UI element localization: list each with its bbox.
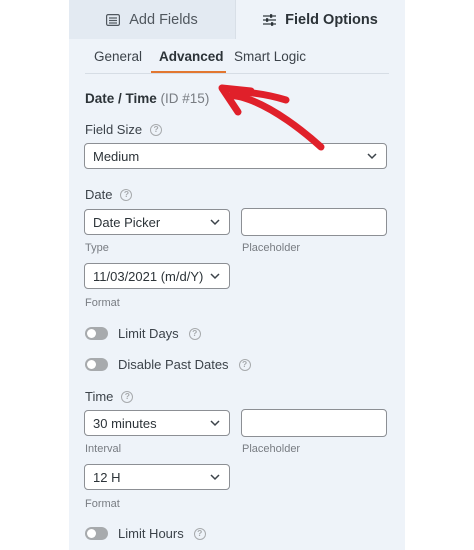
time-format-value: 12 H <box>93 469 121 485</box>
tab-add-fields[interactable]: Add Fields <box>69 0 236 39</box>
date-label: Date <box>85 187 113 202</box>
date-format-sublabel: Format <box>85 297 120 309</box>
time-interval-sublabel: Interval <box>85 443 122 455</box>
time-interval-select[interactable]: 30 minutes <box>84 410 230 436</box>
field-heading: Date / Time (ID #15) <box>85 91 209 106</box>
tab-field-options[interactable]: Field Options <box>236 0 405 39</box>
date-format-value: 11/03/2021 (m/d/Y) <box>93 268 204 284</box>
field-type-title: Date / Time <box>85 91 157 106</box>
field-options-panel: Add Fields Field Options General Advance… <box>69 0 405 550</box>
question-circle-icon[interactable]: ? <box>150 123 163 136</box>
limit-days-label: Limit Days <box>118 326 179 341</box>
field-size-value: Medium <box>93 148 140 164</box>
chevron-down-icon <box>210 474 220 481</box>
subtab-advanced[interactable]: Advanced <box>159 49 224 64</box>
field-size-select[interactable]: Medium <box>84 143 387 169</box>
chevron-down-icon <box>210 273 220 280</box>
field-size-label: Field Size <box>85 122 143 137</box>
question-circle-icon[interactable]: ? <box>120 188 133 201</box>
time-format-sublabel: Format <box>85 498 120 510</box>
sliders-icon <box>263 13 277 26</box>
time-format-select[interactable]: 12 H <box>84 464 230 490</box>
subtab-general[interactable]: General <box>94 49 142 64</box>
list-icon <box>106 13 121 26</box>
limit-hours-label: Limit Hours <box>118 526 184 541</box>
tab-add-fields-label: Add Fields <box>129 11 198 28</box>
date-format-select[interactable]: 11/03/2021 (m/d/Y) <box>84 263 230 289</box>
chevron-down-icon <box>210 420 220 427</box>
date-label-row: Date ? <box>85 187 133 202</box>
limit-days-toggle[interactable] <box>85 327 108 340</box>
time-label-row: Time ? <box>85 389 134 404</box>
question-circle-icon[interactable]: ? <box>188 327 201 340</box>
question-circle-icon[interactable]: ? <box>121 390 134 403</box>
time-placeholder-sublabel: Placeholder <box>242 443 301 455</box>
question-circle-icon[interactable]: ? <box>193 527 206 540</box>
options-subtabs: General Advanced Smart Logic <box>69 40 405 74</box>
date-type-select[interactable]: Date Picker <box>84 209 230 235</box>
date-placeholder-sublabel: Placeholder <box>242 242 301 254</box>
field-id: (ID #15) <box>160 91 210 106</box>
tab-field-options-label: Field Options <box>285 11 378 28</box>
date-placeholder-input[interactable] <box>241 208 387 236</box>
date-type-value: Date Picker <box>93 214 161 230</box>
limit-days-row: Limit Days ? <box>85 326 201 341</box>
time-interval-value: 30 minutes <box>93 415 157 431</box>
field-size-label-row: Field Size ? <box>85 122 163 137</box>
chevron-down-icon <box>367 153 377 160</box>
limit-hours-toggle[interactable] <box>85 527 108 540</box>
time-placeholder-input[interactable] <box>241 409 387 437</box>
disable-past-dates-toggle[interactable] <box>85 358 108 371</box>
time-label: Time <box>85 389 114 404</box>
disable-past-dates-label: Disable Past Dates <box>118 357 229 372</box>
panel-tabs: Add Fields Field Options <box>69 0 405 39</box>
date-type-sublabel: Type <box>85 242 109 254</box>
subtabs-divider <box>85 73 389 74</box>
question-circle-icon[interactable]: ? <box>238 358 251 371</box>
limit-hours-row: Limit Hours ? <box>85 526 206 541</box>
chevron-down-icon <box>210 219 220 226</box>
disable-past-dates-row: Disable Past Dates ? <box>85 357 251 372</box>
subtab-smart-logic[interactable]: Smart Logic <box>234 49 306 64</box>
